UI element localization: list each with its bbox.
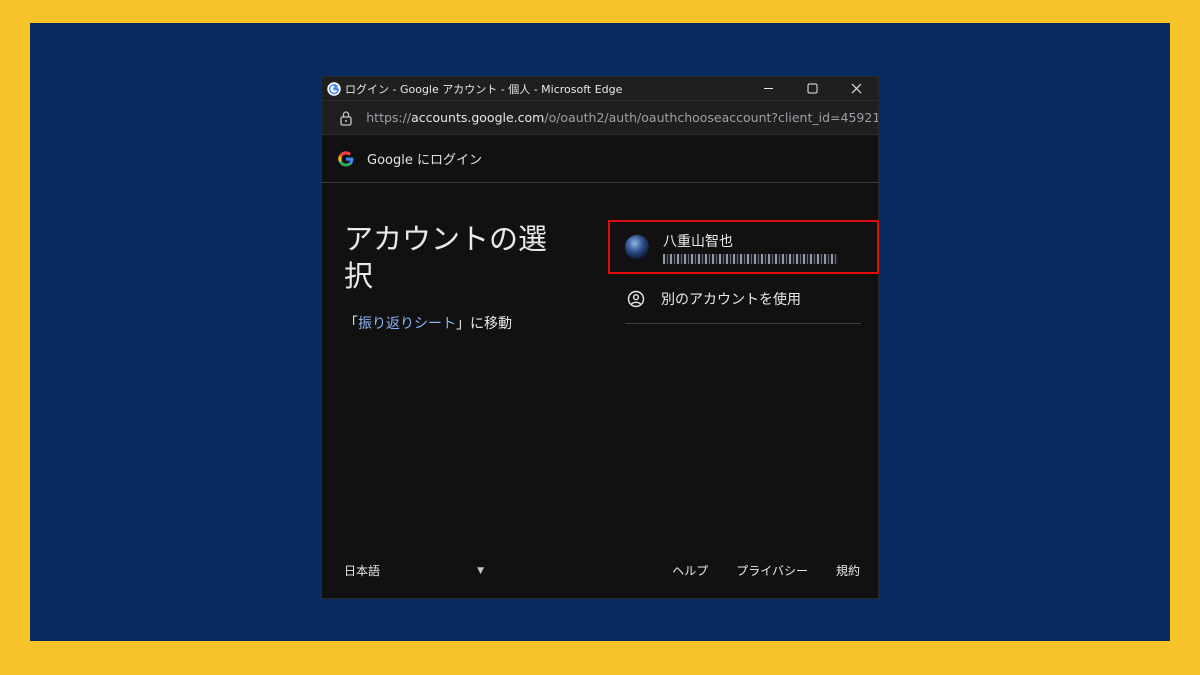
- google-logo-icon: [338, 150, 354, 167]
- language-label: 日本語: [344, 564, 381, 578]
- google-signin-label: Google にログイン: [367, 153, 482, 168]
- terms-link[interactable]: 規約: [836, 562, 860, 579]
- footer: 日本語 ▼ ヘルプ プライバシー 規約: [322, 543, 878, 598]
- maximize-icon[interactable]: [790, 77, 834, 100]
- url-scheme: https://: [366, 110, 412, 125]
- url-host: accounts.google.com: [411, 110, 545, 125]
- app-link[interactable]: 振り返りシート: [358, 316, 456, 332]
- bracket-open: 「: [344, 316, 358, 332]
- window-title: ログイン - Google アカウント - 個人 - Microsoft Edg…: [345, 82, 623, 96]
- lock-icon[interactable]: [339, 110, 356, 126]
- google-header: Google にログイン: [322, 135, 878, 183]
- help-link[interactable]: ヘルプ: [672, 562, 708, 579]
- account-email-obscured: [663, 253, 838, 264]
- account-circle-icon: [627, 290, 647, 308]
- address-bar[interactable]: https://accounts.google.com/o/oauth2/aut…: [322, 100, 878, 135]
- minimize-icon[interactable]: [746, 77, 790, 100]
- destination-text: 「振り返りシート」に移動: [344, 313, 512, 333]
- browser-window: ログイン - Google アカウント - 個人 - Microsoft Edg…: [321, 76, 879, 599]
- language-selector[interactable]: 日本語 ▼: [344, 562, 484, 579]
- account-item[interactable]: 八重山智也: [608, 220, 879, 274]
- main-content: アカウントの選択 「振り返りシート」に移動 八重山智也 別のアカウントを使用: [322, 183, 879, 505]
- use-another-account-label: 別のアカウントを使用: [661, 291, 801, 308]
- url-text[interactable]: https://accounts.google.com/o/oauth2/aut…: [366, 110, 878, 125]
- privacy-link[interactable]: プライバシー: [736, 562, 808, 579]
- google-logo-icon: [327, 81, 341, 96]
- caret-down-icon: ▼: [477, 565, 484, 576]
- close-icon[interactable]: [834, 77, 878, 100]
- url-path: /o/oauth2/auth/oauthchooseaccount?client…: [544, 110, 878, 125]
- account-list: 八重山智也 別のアカウントを使用: [608, 220, 879, 324]
- destination-suffix: 」に移動: [456, 316, 512, 332]
- title-bar: ログイン - Google アカウント - 個人 - Microsoft Edg…: [322, 77, 878, 100]
- selection-highlight-box: [608, 220, 879, 274]
- page-title: アカウントの選択: [344, 222, 548, 293]
- footer-links: ヘルプ プライバシー 規約: [672, 562, 860, 579]
- use-another-account-button[interactable]: 別のアカウントを使用: [625, 274, 861, 324]
